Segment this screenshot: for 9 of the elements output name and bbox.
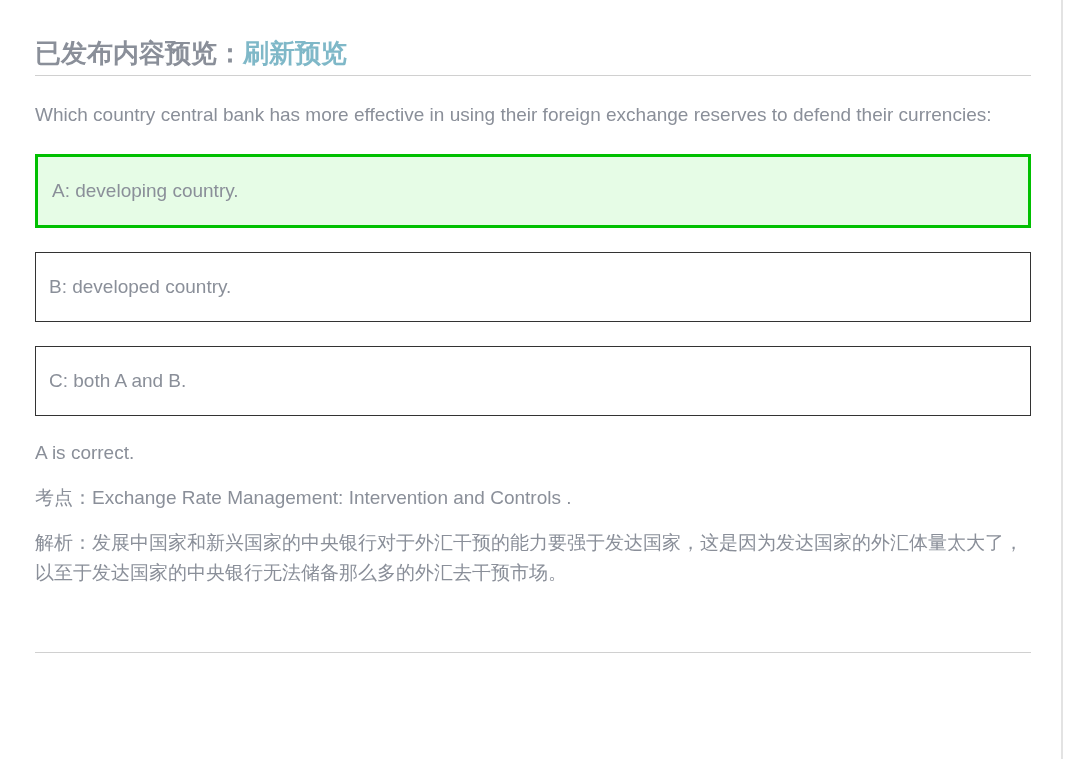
topic-text: 考点：Exchange Rate Management: Intervention and Controls .: [35, 486, 573, 510]
question-text: Which country central bank has more effective in using their foreign exchange reserves to defend their currencies:: [35, 103, 993, 127]
answer-option[interactable]: C: both A and B.: [35, 346, 1031, 416]
answer-option[interactable]: B: developed country.: [35, 252, 1031, 322]
page-title: 已发布内容预览：: [35, 37, 243, 70]
analysis-text: 解析：发展中国家和新兴国家的中央银行对于外汇干预的能力要强于发达国家，这是因为发达国家的外汇体量太大了，以至于发达国家的中央银行无法储备那么多的外汇去干预市场。: [35, 531, 1024, 585]
result-text: A is correct.: [35, 441, 136, 465]
correct-answer-option[interactable]: A: developing country.: [35, 154, 1031, 228]
refresh-preview-link[interactable]: 刷新预览: [243, 36, 347, 71]
